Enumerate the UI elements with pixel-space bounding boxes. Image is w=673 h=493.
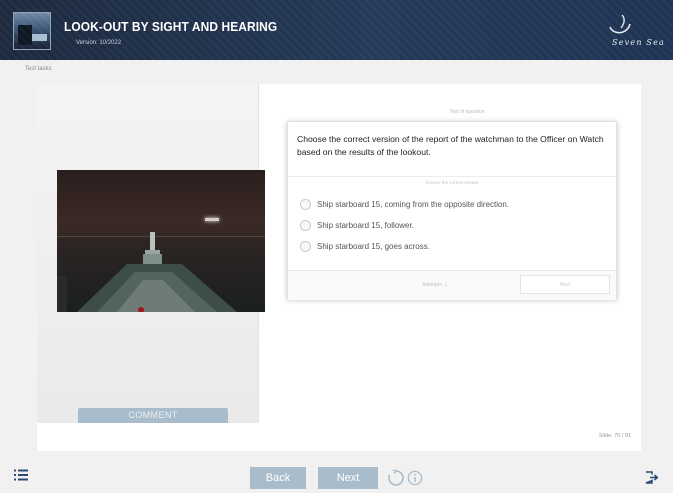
reload-icon[interactable] xyxy=(387,469,405,487)
exit-icon[interactable] xyxy=(645,471,659,484)
question-box: Choose the correct version of the report… xyxy=(287,121,617,300)
brand-name: Seven Sea xyxy=(612,38,665,47)
list-menu-icon[interactable] xyxy=(14,469,28,481)
question-text: Choose the correct version of the report… xyxy=(297,134,604,157)
answer-option-label: Ship starboard 15, follower. xyxy=(317,220,414,230)
question-caption: Text of question xyxy=(449,109,485,115)
ship-light xyxy=(205,218,219,221)
app-version: Version: 10/2022 xyxy=(76,40,122,46)
question-footer: Attempts: 1 Next xyxy=(288,270,616,300)
radio-button[interactable] xyxy=(300,219,311,231)
course-logo-thumbnail xyxy=(13,12,51,50)
back-button[interactable]: Back xyxy=(250,467,306,489)
comment-button[interactable]: COMMENT xyxy=(78,408,228,423)
answer-option-2[interactable]: Ship starboard 15, follower. xyxy=(300,219,414,231)
brand-swoosh-icon xyxy=(609,14,631,34)
submit-answer-button[interactable]: Next xyxy=(520,275,610,294)
ship-bow-illustration xyxy=(57,232,237,312)
slide-counter: Slide: 70 / 91 xyxy=(598,433,631,439)
answer-option-3[interactable]: Ship starboard 15, goes across. xyxy=(300,240,430,252)
radio-button[interactable] xyxy=(300,240,311,252)
app-title: LOOK-OUT BY SIGHT AND HEARING xyxy=(64,19,278,34)
attempts-counter: Attempts: 1 xyxy=(422,282,448,288)
radio-button[interactable] xyxy=(300,198,311,210)
app-header: LOOK-OUT BY SIGHT AND HEARING Version: 1… xyxy=(0,0,673,60)
answer-option-1[interactable]: Ship starboard 15, coming from the oppos… xyxy=(300,198,509,210)
breadcrumb: Test tasks xyxy=(25,66,52,72)
brand-logo: Seven Sea xyxy=(581,14,665,52)
answer-option-label: Ship starboard 15, coming from the oppos… xyxy=(317,199,510,209)
answer-caption: Choose the correct answer xyxy=(288,176,616,185)
info-icon[interactable] xyxy=(407,470,423,486)
next-button[interactable]: Next xyxy=(318,467,378,489)
answer-option-label: Ship starboard 15, goes across. xyxy=(317,241,430,251)
task-image xyxy=(57,170,265,312)
